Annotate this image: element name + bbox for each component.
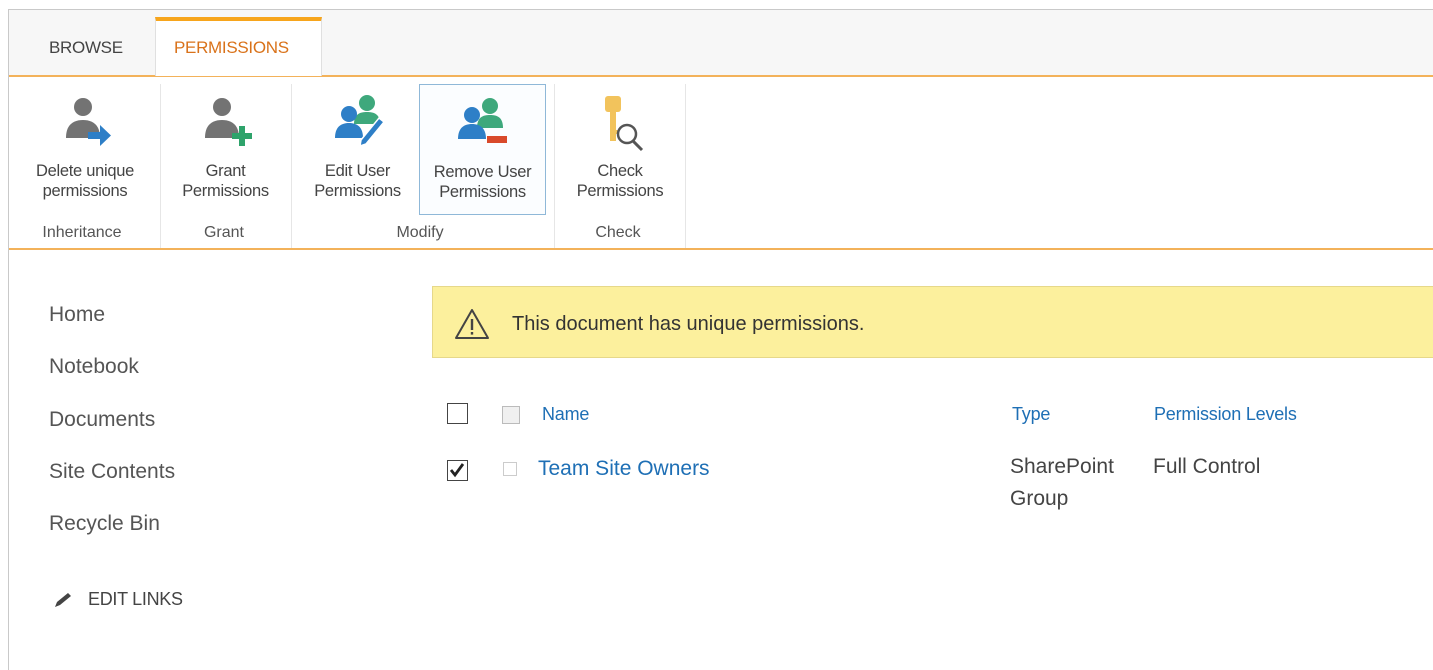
button-label-line1: Delete unique [36, 162, 134, 180]
unique-permissions-banner: This document has unique permissions. [432, 286, 1433, 358]
column-header-permission-levels[interactable]: Permission Levels [1154, 404, 1297, 425]
nav-item-site-contents[interactable]: Site Contents [49, 460, 175, 484]
row-checkbox-checked[interactable] [447, 460, 468, 481]
tab-permissions[interactable]: PERMISSIONS [174, 38, 289, 58]
button-label-line2: Permissions [182, 182, 269, 200]
button-label-line1: Check [597, 162, 643, 180]
banner-message: This document has unique permissions. [512, 313, 865, 335]
group-label-modify: Modify [396, 224, 444, 241]
button-label-line2: permissions [42, 182, 128, 200]
button-label-line1: Edit User [324, 162, 391, 180]
button-label-line2: Permissions [314, 182, 401, 200]
grant-permissions-button[interactable]: Grant Permissions [168, 84, 283, 215]
edit-links-button[interactable]: EDIT LINKS [52, 589, 183, 610]
users-edit-icon [334, 95, 385, 148]
nav-item-home[interactable]: Home [49, 303, 105, 327]
group-name-link[interactable]: Team Site Owners [538, 453, 710, 485]
column-header-type[interactable]: Type [1012, 404, 1050, 425]
users-remove-icon [457, 98, 507, 143]
permission-level: Full Control [1153, 455, 1261, 478]
person-arrow-icon [66, 98, 111, 146]
delete-unique-permissions-button[interactable]: Delete unique permissions [18, 84, 152, 215]
column-selector-checkbox[interactable] [502, 406, 520, 424]
button-label-line2: Permissions [576, 182, 664, 200]
tab-browse[interactable]: BROWSE [49, 38, 123, 58]
group-label-inheritance: Inheritance [42, 224, 122, 241]
select-all-checkbox[interactable] [447, 403, 468, 424]
group-type: SharePoint Group [1010, 451, 1114, 515]
warning-icon [455, 309, 489, 339]
column-header-name[interactable]: Name [542, 404, 589, 425]
edit-user-permissions-button[interactable]: Edit User Permissions [300, 84, 415, 215]
remove-user-permissions-button[interactable]: Remove User Permissions [419, 84, 546, 215]
row-item-checkbox[interactable] [503, 462, 517, 476]
key-search-icon [605, 96, 644, 152]
button-label-line2: Permissions [439, 183, 526, 201]
button-label-line1: Grant [205, 162, 246, 180]
edit-links-label: EDIT LINKS [88, 589, 183, 609]
nav-item-recycle-bin[interactable]: Recycle Bin [49, 512, 160, 536]
checkmark-icon [449, 463, 465, 478]
group-type-line2: Group [1010, 487, 1069, 510]
button-label-line1: Remove User [433, 163, 532, 181]
group-label-grant: Grant [203, 224, 244, 241]
group-label-check: Check [595, 224, 641, 241]
group-type-line1: SharePoint [1010, 455, 1114, 478]
check-permissions-button[interactable]: Check Permissions [560, 84, 680, 215]
pencil-icon [55, 592, 71, 607]
nav-item-notebook[interactable]: Notebook [49, 355, 139, 379]
person-plus-icon [204, 98, 252, 146]
nav-item-documents[interactable]: Documents [49, 408, 155, 432]
